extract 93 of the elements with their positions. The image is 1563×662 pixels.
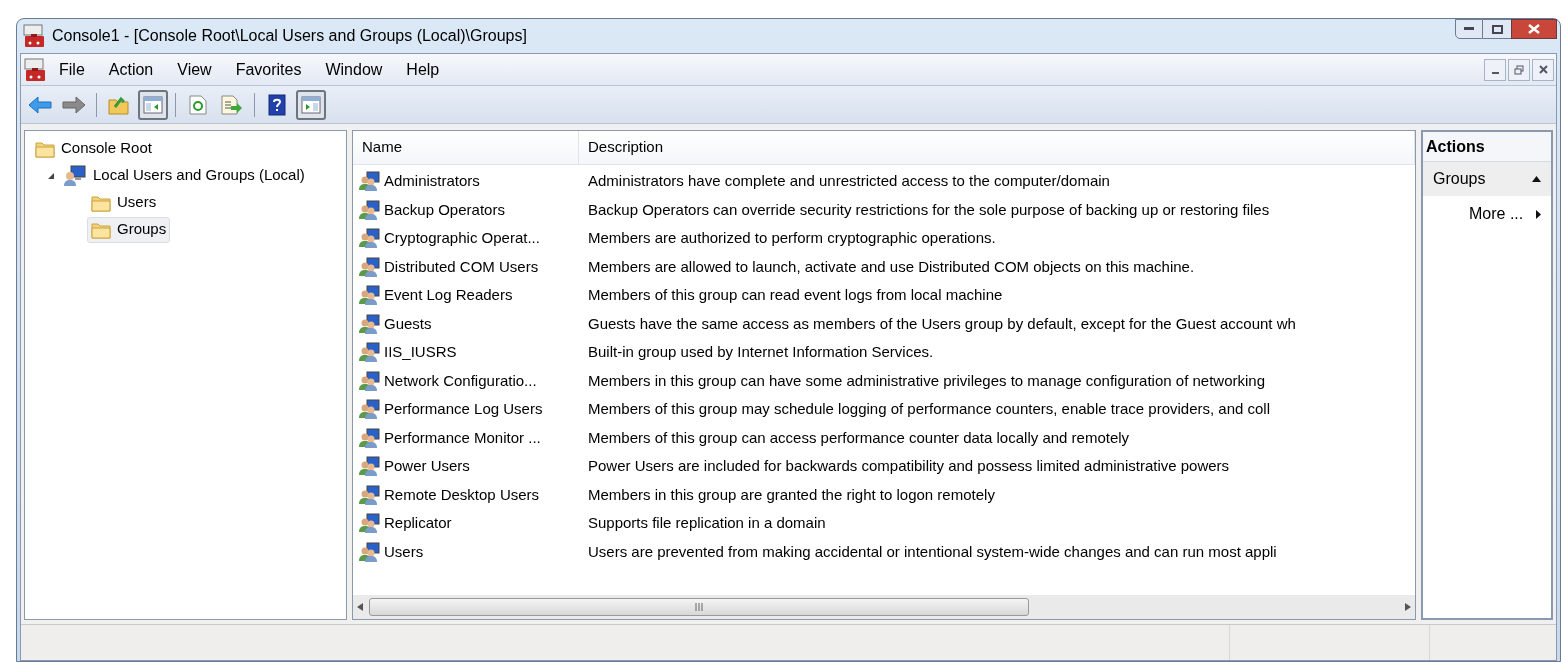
tree-item[interactable]: Groups [87, 216, 171, 243]
scroll-left-icon [357, 603, 363, 611]
action-pane-icon [301, 95, 321, 114]
export-list-icon [221, 94, 243, 115]
menu-item[interactable]: View [165, 56, 224, 83]
table-cell-text: Members of this group can read event logs from local machine [587, 285, 1003, 305]
restore-icon [1514, 64, 1524, 75]
table-cell-text: Network Configuratio... [384, 370, 537, 391]
table-cell-text: Backup Operators [384, 199, 505, 220]
table-cell-text: Performance Monitor ... [384, 427, 541, 448]
scrollbar-thumb[interactable] [369, 598, 1029, 616]
horizontal-scrollbar[interactable] [353, 595, 1415, 619]
table-cell-text: Cryptographic Operat... [384, 228, 540, 248]
table-cell-text: Administrators have complete and unrestricted access to the computer/domain [587, 171, 1110, 191]
more-link[interactable]: More ... [1423, 196, 1551, 232]
table-cell-text: Event Log Readers [384, 285, 513, 305]
group-icon [359, 399, 381, 420]
table-cell-text: IIS_IUSRS [384, 342, 457, 362]
refresh-icon [189, 94, 207, 115]
minimize-icon [1491, 71, 1499, 74]
group-icon [359, 541, 381, 562]
menu-item[interactable]: Window [313, 56, 395, 83]
toolbox-icon [23, 57, 47, 82]
table-cell-text: Guests have the same access as members of the Users group by default, except for the Guest account wh [587, 313, 1296, 334]
table-cell-text: Built-in group used by Internet Information Services. [587, 342, 934, 362]
minimize-icon [1464, 27, 1474, 31]
menu-item[interactable]: File [47, 56, 97, 83]
computer-user-icon [63, 164, 87, 187]
close-icon [1528, 24, 1540, 34]
table-cell-text: Members of this group can access performance counter data locally and remotely [587, 427, 1130, 448]
minimize-button[interactable] [1455, 19, 1483, 39]
group-icon [359, 171, 381, 192]
tree-item[interactable]: Users [87, 189, 161, 216]
menu-item[interactable]: Action [96, 56, 166, 83]
table-cell-text: Power Users are included for backwards compatibility and possess limited administrative powers [587, 456, 1230, 476]
folder-icon [35, 139, 55, 158]
table-cell-text: Power Users [384, 456, 470, 476]
actions-header: Actions [1423, 132, 1551, 162]
column-header[interactable]: Description [579, 131, 1415, 164]
actions-section-header[interactable]: Groups [1423, 162, 1551, 196]
group-icon [359, 513, 381, 534]
table-cell-text: Distributed COM Users [384, 256, 539, 277]
tree-item[interactable]: Local Users and Groups (Local) [59, 162, 309, 189]
group-icon [359, 313, 381, 334]
scroll-right-icon [1405, 603, 1411, 611]
column-header[interactable]: Name [353, 131, 579, 164]
grip-icon [694, 603, 704, 611]
table-cell-text: Backup Operators can override security restrictions for the sole purpose of backing up or restoring files [587, 199, 1270, 220]
group-icon [359, 256, 381, 277]
folder-icon [91, 193, 111, 212]
maximize-button[interactable] [1483, 19, 1511, 39]
group-icon [359, 285, 381, 306]
minimize-button[interactable] [1484, 58, 1506, 81]
table-cell-text: Members are allowed to launch, activate and use Distributed COM objects on this machine. [587, 256, 1195, 277]
close-icon [1538, 65, 1548, 74]
table-cell-text: Administrators [384, 171, 480, 191]
table-cell-text: Supports file replication in a domain [587, 513, 826, 533]
table-cell-text: Members of this group may schedule logging of performance counters, enable trace providers, and coll [587, 399, 1271, 419]
maximize-icon [1491, 24, 1503, 34]
table-cell-text: Members in this group are granted the right to logon remotely [587, 484, 995, 505]
folder-icon [91, 220, 111, 239]
tree-item[interactable]: Console Root [31, 135, 156, 162]
group-icon [359, 342, 381, 363]
group-icon [359, 370, 381, 391]
close-button[interactable] [1532, 58, 1554, 81]
table-cell-text: Performance Log Users [384, 399, 543, 419]
group-icon [359, 199, 381, 220]
folder-up-icon [108, 94, 130, 115]
menu-item[interactable]: Help [394, 56, 452, 83]
table-cell-text: Replicator [384, 513, 452, 533]
table-cell-text: Members in this group can have some administrative privileges to manage configuration of networking [587, 370, 1265, 391]
console-tree-icon [143, 95, 163, 114]
toolbar-button[interactable] [296, 89, 326, 120]
table-cell-text: Users [384, 541, 424, 562]
group-icon [359, 484, 381, 505]
group-icon [359, 427, 381, 448]
restore-button[interactable] [1508, 58, 1530, 81]
forward-arrow-icon [62, 95, 86, 114]
window-title: Console1 - [Console Root\Local Users and Groups (Local)\Groups] [52, 26, 527, 46]
table-cell-text: Users are prevented from making accidental or intentional system-wide changes and can run most appli [587, 541, 1277, 562]
group-icon [359, 228, 381, 249]
table-cell-text: Remote Desktop Users [384, 484, 540, 505]
submenu-arrow-icon [1536, 209, 1541, 219]
menu-item[interactable]: Favorites [223, 56, 314, 83]
close-button[interactable] [1511, 19, 1557, 39]
table-cell-text: Guests [384, 313, 432, 334]
group-icon [359, 456, 381, 477]
back-arrow-icon [28, 95, 52, 114]
table-cell-text: Members are authorized to perform cryptographic operations. [587, 228, 996, 248]
toolbar-button[interactable] [138, 89, 168, 120]
help-icon [268, 93, 286, 116]
expanded-arrow-icon[interactable] [47, 171, 55, 180]
toolbox-icon [22, 24, 46, 48]
